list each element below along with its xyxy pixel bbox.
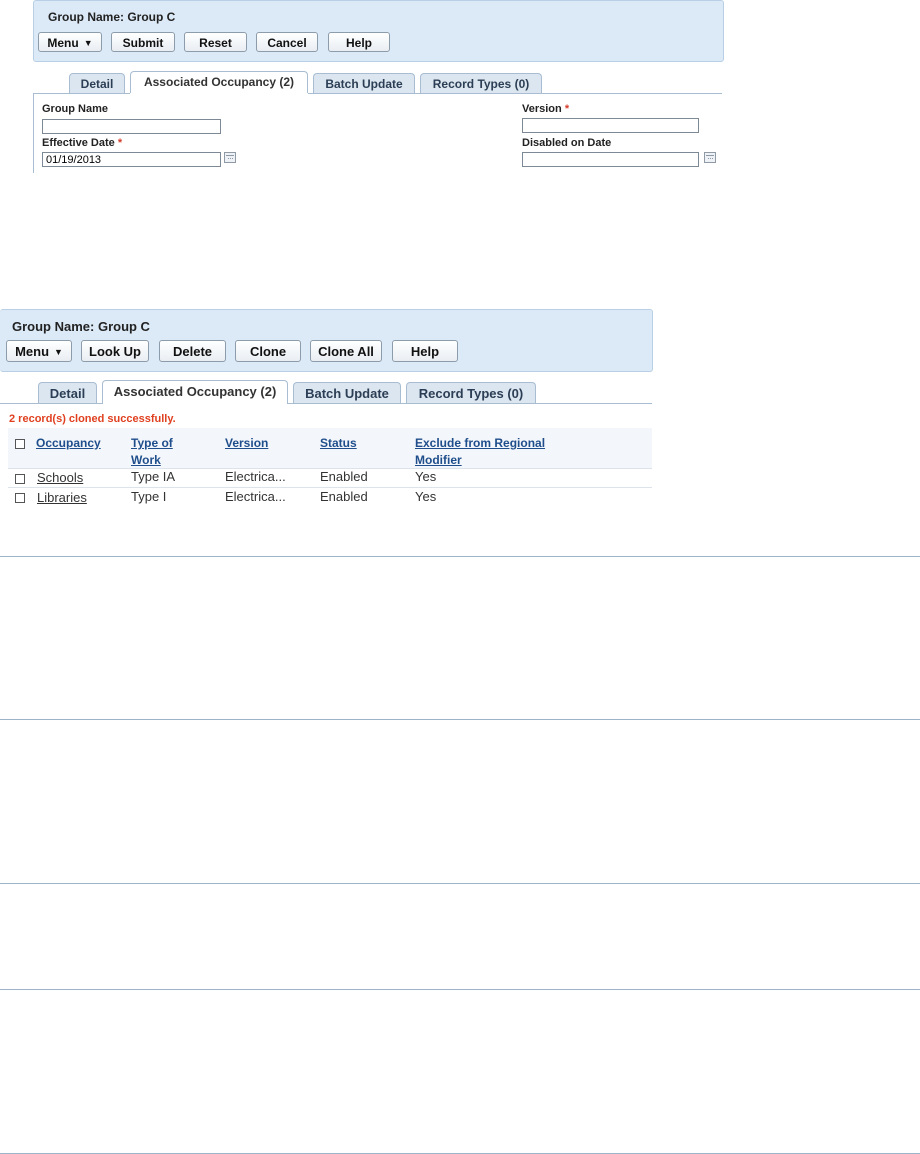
look-up-button[interactable]: Look Up [81, 340, 149, 362]
reset-button[interactable]: Reset [184, 32, 247, 52]
help-button[interactable]: Help [328, 32, 390, 52]
menu-dropdown-icon: ▼ [83, 38, 93, 48]
calendar-icon[interactable] [704, 152, 716, 163]
exclude-cell: Yes [415, 469, 437, 484]
column-header-occupancy[interactable]: Occupancy [36, 435, 101, 452]
tab-baseline [288, 403, 652, 404]
column-header-line: Exclude from Regional [415, 436, 546, 450]
divider-line [0, 883, 920, 884]
occupancy-link[interactable]: Libraries [37, 490, 87, 505]
status-cell: Enabled [320, 489, 368, 504]
group-name-label: Group Name [42, 103, 109, 115]
column-header-type-of-work[interactable]: Type of Work [131, 435, 173, 469]
column-header-line: Type of [131, 436, 173, 450]
column-header-status[interactable]: Status [320, 435, 357, 452]
divider-line [0, 556, 920, 557]
tab-baseline [0, 403, 102, 404]
tab-batch-update[interactable]: Batch Update [313, 73, 415, 93]
column-header-line: Modifier [415, 453, 462, 467]
version-cell: Electrica... [225, 489, 286, 504]
delete-button[interactable]: Delete [159, 340, 226, 362]
required-mark: * [117, 137, 123, 149]
row-checkbox[interactable] [15, 493, 25, 503]
tab-associated-occupancy[interactable]: Associated Occupancy (2) [130, 71, 308, 93]
tab-detail[interactable]: Detail [38, 382, 97, 404]
menu-button[interactable]: Menu ▼ [38, 32, 102, 52]
menu-button-label: Menu [15, 344, 50, 359]
tab-baseline [33, 93, 130, 94]
tab-detail[interactable]: Detail [69, 73, 125, 93]
success-message: 2 record(s) cloned successfully. [9, 413, 176, 425]
column-header-exclude-regional-modifier[interactable]: Exclude from Regional Modifier [415, 435, 545, 469]
tab-baseline [308, 93, 722, 94]
tab-record-types[interactable]: Record Types (0) [420, 73, 542, 93]
clone-all-button[interactable]: Clone All [310, 340, 382, 362]
disabled-on-date-label: Disabled on Date [522, 137, 612, 149]
divider-line [0, 719, 920, 720]
type-of-work-cell: Type I [131, 489, 167, 504]
panel2-title: Group Name: Group C [12, 319, 150, 334]
required-mark: * [564, 103, 570, 115]
column-header-line: Work [131, 453, 161, 467]
version-field[interactable] [522, 118, 699, 133]
disabled-on-date-field[interactable] [522, 152, 699, 167]
effective-date-label: Effective Date * [42, 137, 123, 149]
tab-associated-occupancy[interactable]: Associated Occupancy (2) [102, 380, 288, 404]
status-cell: Enabled [320, 469, 368, 484]
effective-date-field[interactable] [42, 152, 221, 167]
submit-button[interactable]: Submit [111, 32, 175, 52]
version-label: Version * [522, 103, 570, 115]
help-button[interactable]: Help [392, 340, 458, 362]
exclude-cell: Yes [415, 489, 437, 504]
table-row-divider [8, 487, 652, 488]
menu-button[interactable]: Menu ▼ [6, 340, 72, 362]
content-left-border [33, 93, 34, 173]
select-all-checkbox[interactable] [15, 439, 25, 449]
cancel-button[interactable]: Cancel [256, 32, 318, 52]
type-of-work-cell: Type IA [131, 469, 176, 484]
version-cell: Electrica... [225, 469, 286, 484]
menu-button-label: Menu [47, 36, 79, 50]
divider-line [0, 989, 920, 990]
group-name-field[interactable] [42, 119, 221, 134]
panel1-title: Group Name: Group C [48, 10, 176, 24]
occupancy-link[interactable]: Schools [37, 470, 83, 485]
column-header-version[interactable]: Version [225, 435, 268, 452]
row-checkbox[interactable] [15, 474, 25, 484]
calendar-icon[interactable] [224, 152, 236, 163]
tab-record-types[interactable]: Record Types (0) [406, 382, 536, 404]
clone-button[interactable]: Clone [235, 340, 301, 362]
tab-batch-update[interactable]: Batch Update [293, 382, 401, 404]
menu-dropdown-icon: ▼ [54, 347, 63, 357]
